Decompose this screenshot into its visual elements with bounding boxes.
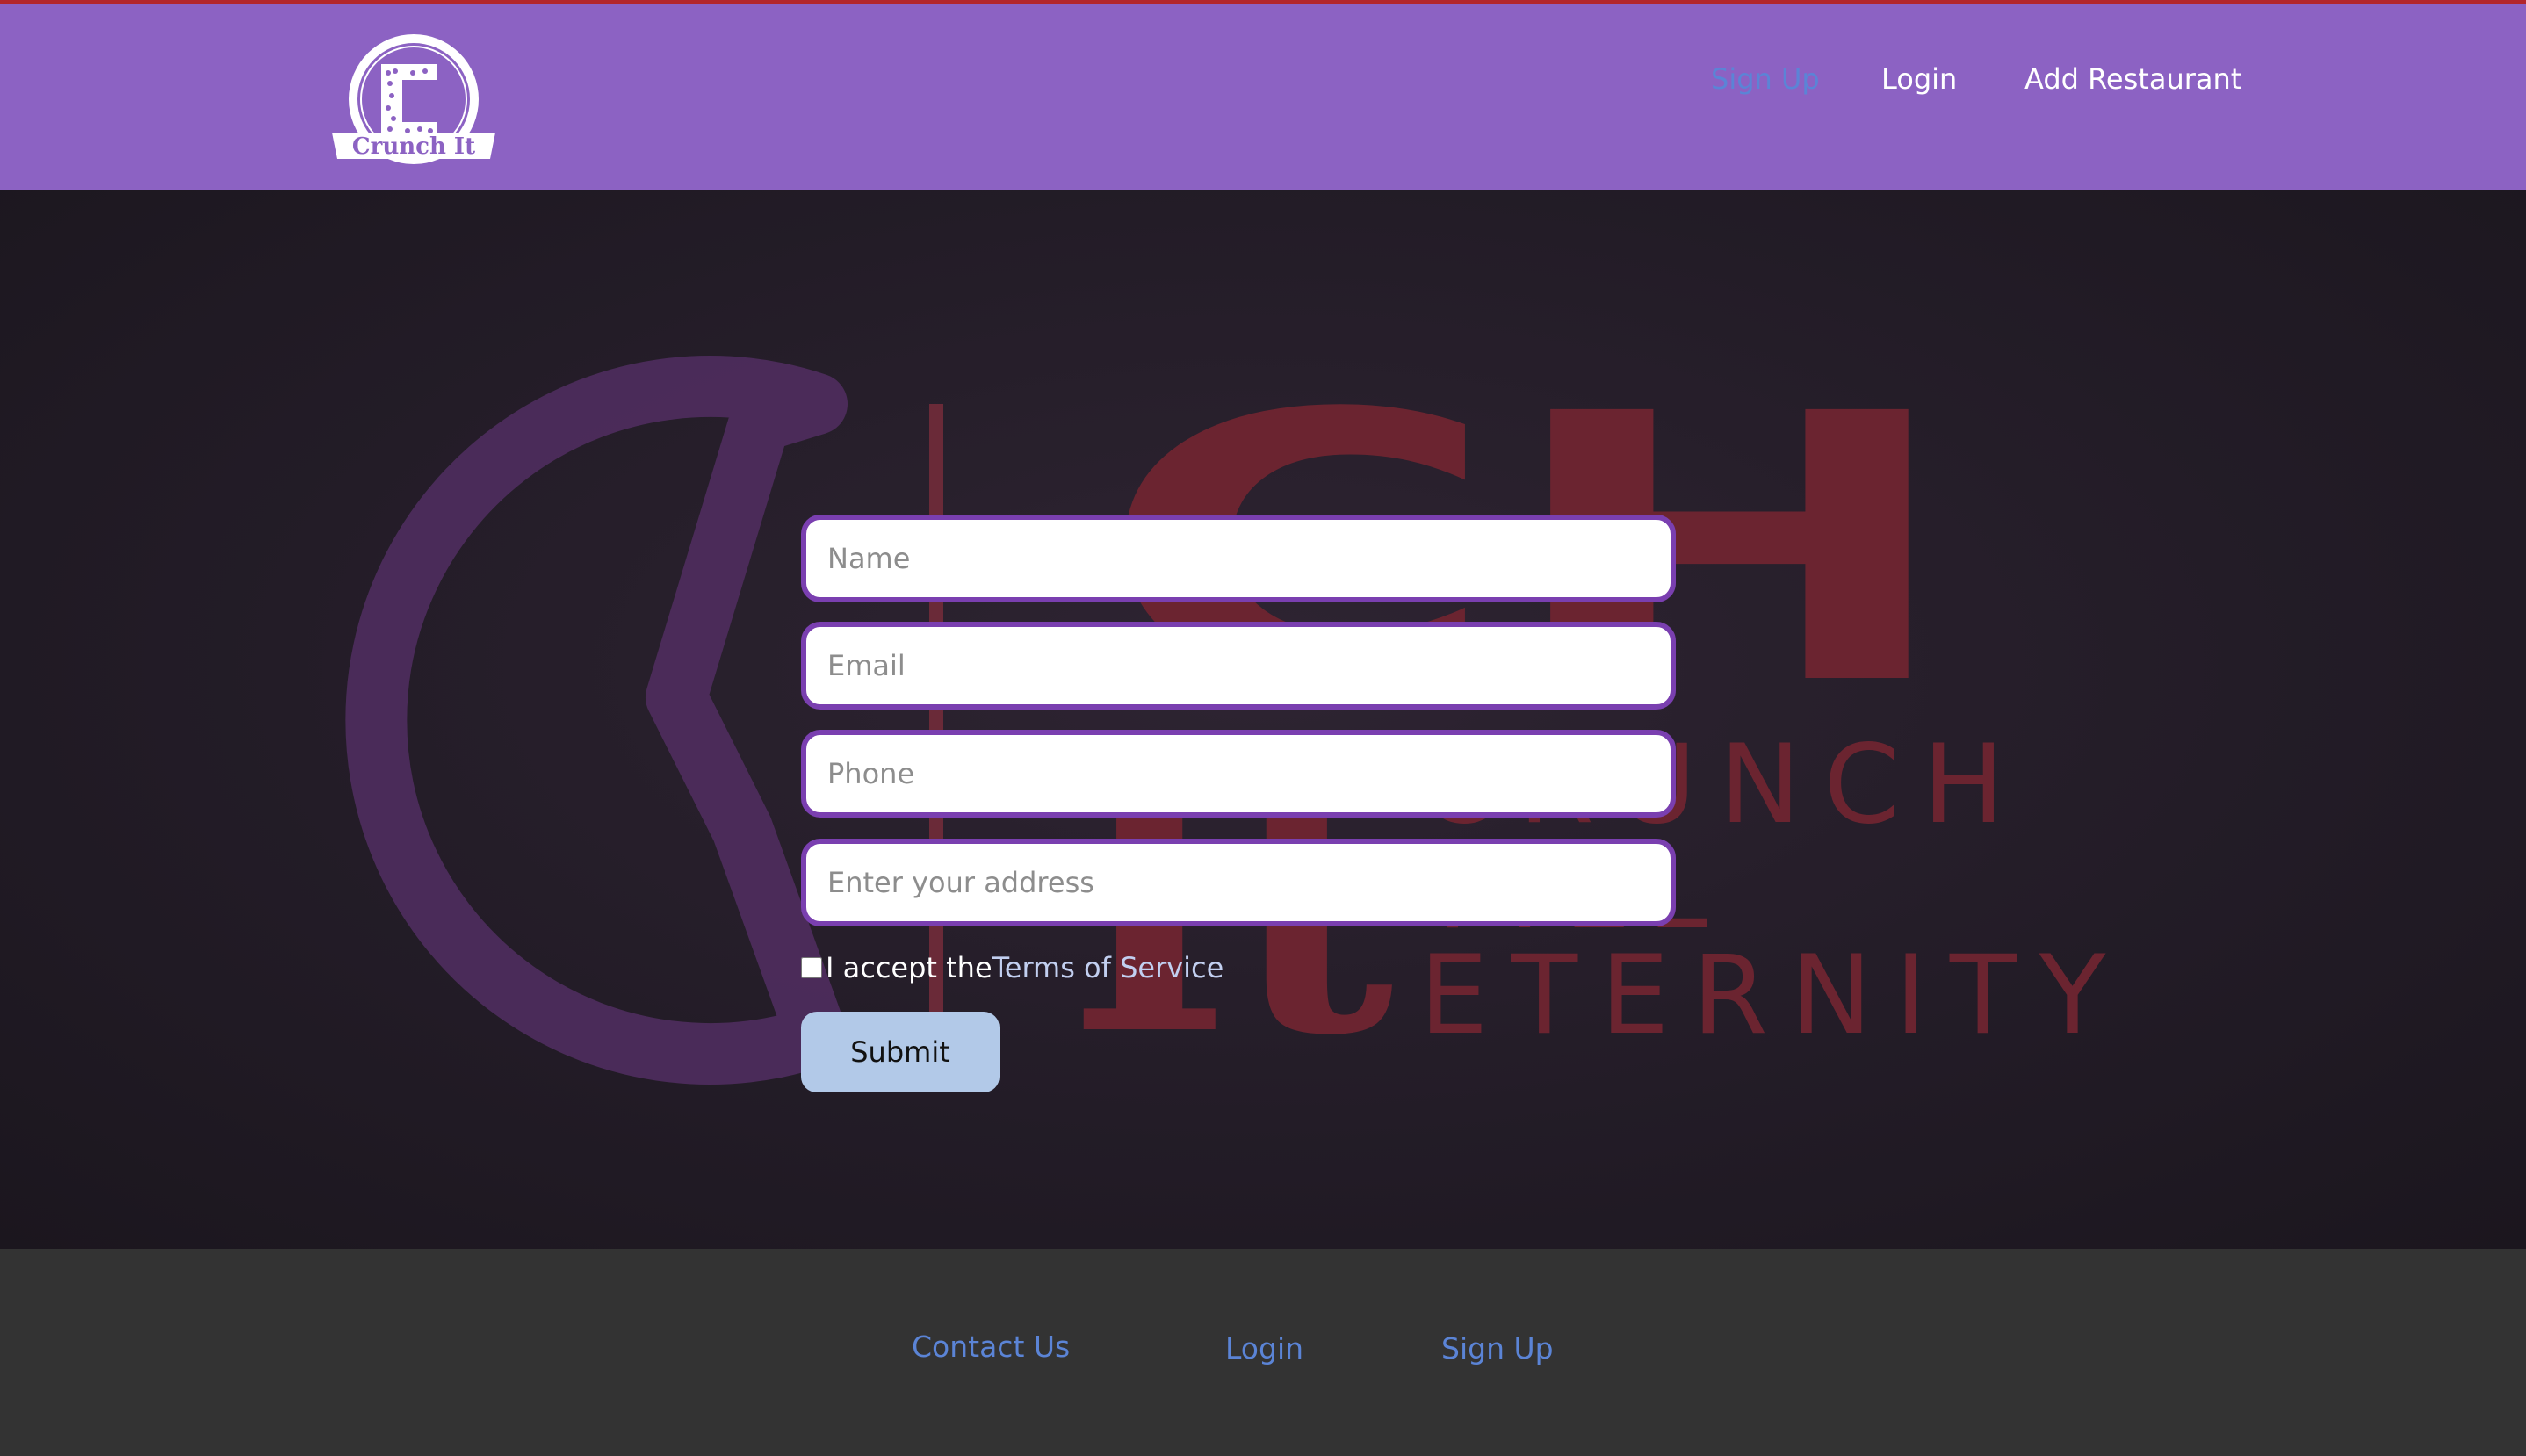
signup-hero: CH It CRUNCH TILL ETERNITY I accept the … bbox=[0, 190, 2526, 1249]
terms-checkbox[interactable] bbox=[801, 957, 822, 978]
terms-of-service-link[interactable]: Terms of Service bbox=[992, 951, 1224, 984]
nav-signup-link[interactable]: Sign Up bbox=[1711, 62, 1820, 96]
nav-login-link[interactable]: Login bbox=[1881, 62, 1957, 96]
address-input[interactable] bbox=[801, 839, 1676, 926]
signup-page: Crunch It Sign Up Login Add Restaurant C… bbox=[0, 0, 2526, 1456]
name-input[interactable] bbox=[801, 515, 1676, 602]
background-tagline-eternity: ETERNITY bbox=[1419, 933, 2128, 1059]
top-navbar: Crunch It Sign Up Login Add Restaurant bbox=[0, 0, 2526, 190]
footer-signup-link[interactable]: Sign Up bbox=[1441, 1331, 1554, 1366]
submit-button[interactable]: Submit bbox=[801, 1012, 1000, 1092]
phone-input[interactable] bbox=[801, 730, 1676, 818]
crunch-it-logo[interactable]: Crunch It bbox=[328, 31, 499, 177]
footer-login-link[interactable]: Login bbox=[1225, 1331, 1303, 1366]
background-c-shape bbox=[345, 356, 848, 1085]
background-divider bbox=[929, 404, 943, 1027]
terms-row: I accept the Terms of Service bbox=[801, 947, 1223, 989]
nav-add-restaurant-link[interactable]: Add Restaurant bbox=[2024, 62, 2241, 96]
footer: Contact Us Login Sign Up bbox=[0, 1249, 2526, 1456]
email-input[interactable] bbox=[801, 622, 1676, 710]
logo-brand-text: Crunch It bbox=[352, 133, 475, 160]
terms-prefix-text: I accept the bbox=[826, 951, 992, 984]
hero-background-logo: CH It CRUNCH TILL ETERNITY bbox=[345, 336, 2128, 1113]
footer-contact-us-link[interactable]: Contact Us bbox=[912, 1330, 1070, 1364]
